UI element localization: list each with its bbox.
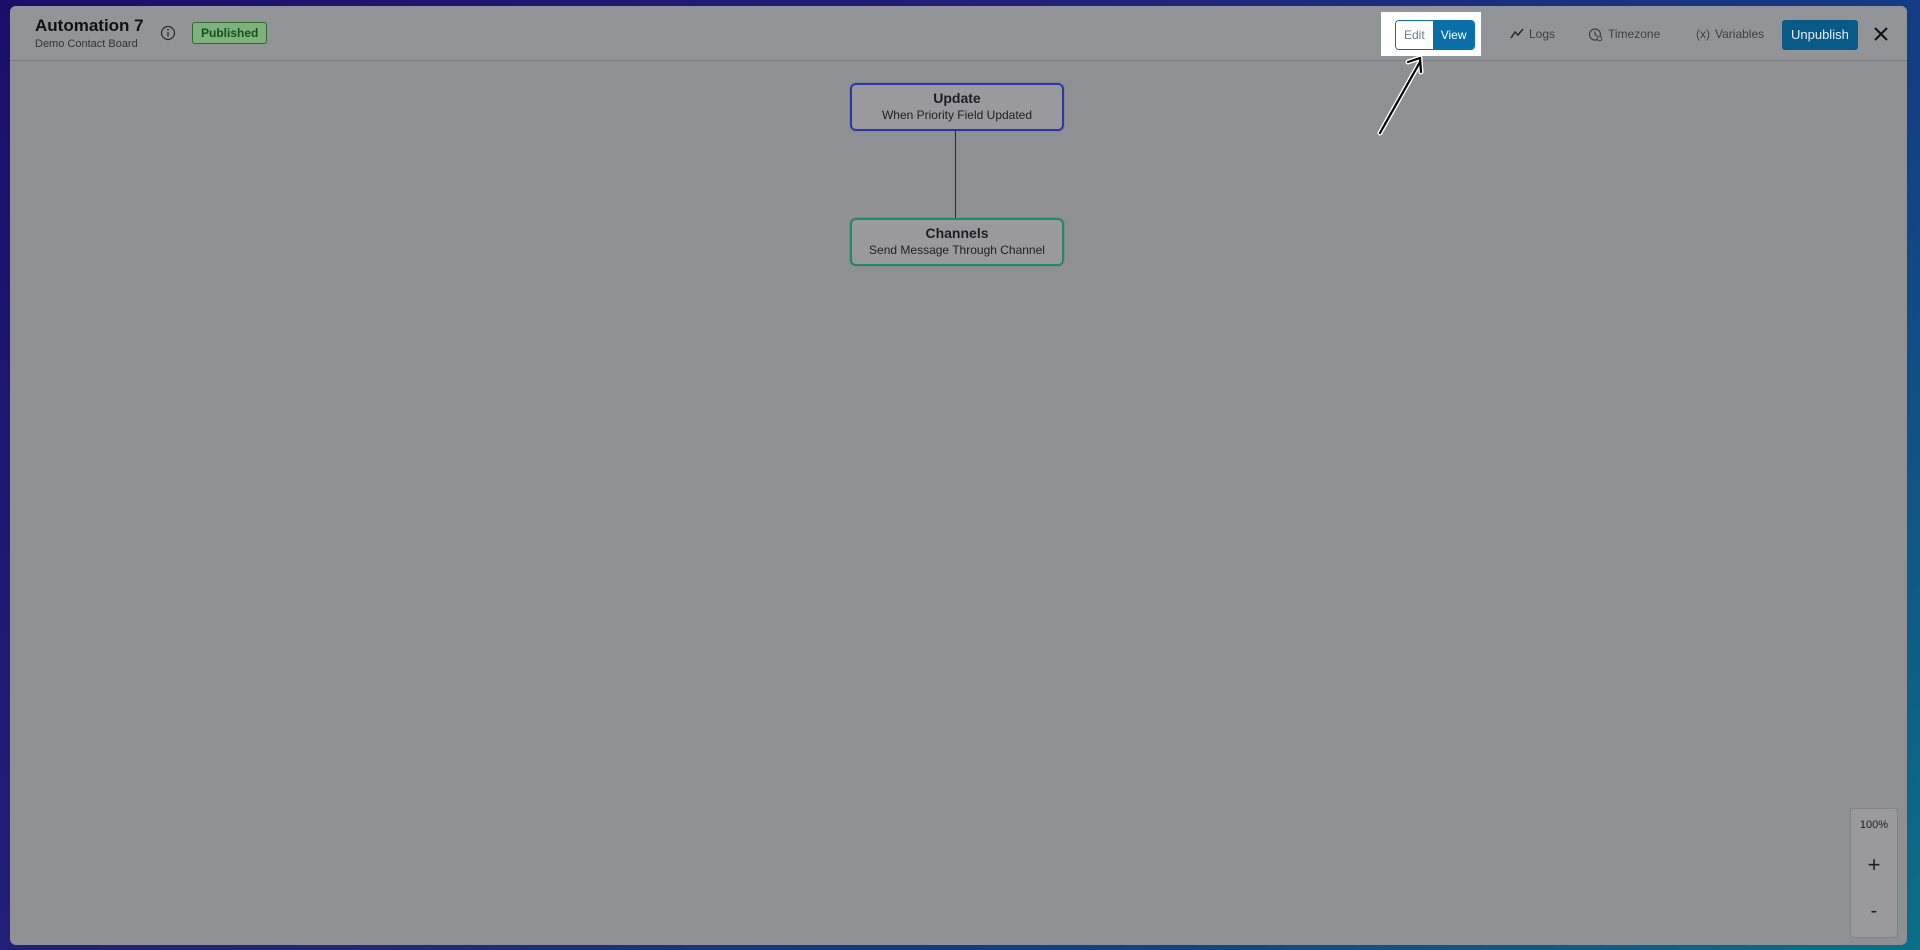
page-title: Automation 7	[35, 16, 144, 35]
node-title: Update	[933, 90, 981, 106]
mode-toggle: Edit View	[1395, 20, 1476, 50]
zoom-in-button[interactable]: +	[1851, 853, 1897, 877]
board-name: Demo Contact Board	[35, 38, 138, 50]
clock-globe-icon	[1588, 27, 1603, 41]
logs-button[interactable]: Logs	[1510, 23, 1555, 45]
activity-line-icon	[1510, 28, 1524, 39]
action-node-channels[interactable]: Channels Send Message Through Channel	[850, 218, 1064, 266]
node-connector	[955, 131, 956, 218]
view-mode-button[interactable]: View	[1432, 21, 1475, 49]
status-badge: Published	[192, 22, 268, 44]
trigger-node-update[interactable]: Update When Priority Field Updated	[850, 83, 1064, 131]
edit-mode-button[interactable]: Edit	[1396, 21, 1433, 49]
node-subtitle: When Priority Field Updated	[881, 108, 1033, 122]
automation-editor-window: Automation 7 Demo Contact Board Publishe…	[10, 6, 1907, 945]
zoom-controls: 100% + -	[1850, 808, 1898, 938]
close-icon[interactable]	[1872, 25, 1890, 43]
logs-label: Logs	[1529, 27, 1556, 41]
annotation-arrow-icon	[1377, 55, 1424, 136]
info-icon[interactable]	[160, 25, 176, 41]
timezone-label: Timezone	[1608, 27, 1661, 41]
editor-header: Automation 7 Demo Contact Board Publishe…	[10, 6, 1907, 61]
zoom-level: 100%	[1859, 819, 1889, 831]
variables-button[interactable]: (x) Variables	[1696, 23, 1764, 45]
zoom-out-button[interactable]: -	[1851, 899, 1897, 923]
variable-x-icon: (x)	[1696, 27, 1710, 41]
variables-label: Variables	[1715, 27, 1765, 41]
node-subtitle: Send Message Through Channel	[869, 243, 1045, 257]
node-title: Channels	[925, 225, 989, 241]
timezone-button[interactable]: Timezone	[1588, 23, 1660, 45]
unpublish-button[interactable]: Unpublish	[1782, 20, 1858, 50]
